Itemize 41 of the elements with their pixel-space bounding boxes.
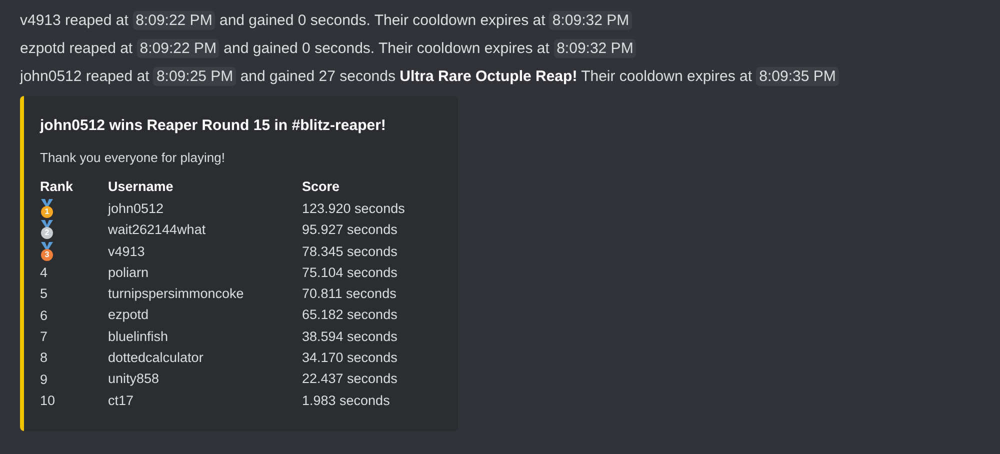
rank-cell-text: 10 (40, 392, 56, 410)
score-cell-text: 38.594 seconds (302, 328, 398, 346)
timestamp[interactable]: 8:09:25 PM (153, 66, 236, 86)
rank-cell-text: 7 (40, 328, 48, 346)
rank-cell-text: 6 (40, 306, 48, 325)
username-cell-text: v4913 (108, 242, 146, 261)
rank-cell-text: 5 (40, 285, 48, 304)
column-header: Score (302, 178, 341, 196)
score-cell-text: 1.983 seconds (302, 392, 391, 410)
username-cell-text: bluelinfish (108, 328, 170, 346)
username-cell-text: ezpotd (108, 306, 150, 324)
message-text: john0512 reaped at 8:09:25 PM and gained 27 seconds Ultra Rare Octuple Reap! Their cooldown expires at 8:09:35 PM (20, 62, 1000, 90)
username-cell-text: dottedcalculator (108, 349, 204, 368)
score-cell-text: 34.170 seconds (302, 349, 398, 368)
message-text: v4913 reaped at 8:09:22 PM and gained 0 seconds. Their cooldown expires at 8:09:32 PM (20, 6, 1000, 34)
username-cell-text: unity858 (108, 370, 160, 388)
score-cell-text: 65.182 seconds (302, 306, 398, 324)
rank-cell-text: 4 (40, 264, 48, 282)
username-cell-text: poliarn (108, 264, 150, 282)
timestamp[interactable]: 8:09:35 PM (756, 66, 839, 86)
username-cell-text: wait262144what (108, 221, 207, 240)
score-cell-text: 70.811 seconds (302, 285, 398, 304)
score-cell-text: 95.927 seconds (302, 221, 398, 240)
column-header: Rank (40, 178, 74, 196)
timestamp[interactable]: 8:09:22 PM (132, 10, 216, 30)
score-cell-text: 22.437 seconds (302, 370, 398, 388)
rank-cell-text: 9 (40, 370, 48, 389)
score-cell-text: 75.104 seconds (302, 264, 398, 282)
rank-cell-text: 8 (40, 349, 48, 368)
message-text: ezpotd reaped at 8:09:22 PM and gained 0 seconds. Their cooldown expires at 8:09:32 PM (20, 34, 1000, 62)
score-cell-text: 123.920 seconds (302, 200, 406, 218)
timestamp[interactable]: 8:09:32 PM (549, 10, 632, 30)
username-cell-text: ct17 (108, 392, 135, 410)
embed-description: Thank you everyone for playing! (40, 149, 226, 167)
timestamp[interactable]: 8:09:22 PM (136, 38, 220, 58)
score-cell-text: 78.345 seconds (302, 242, 398, 261)
username-cell-text: turnipspersimmoncoke (108, 285, 245, 304)
column-header: Username (108, 178, 174, 196)
username-cell-text: john0512 (108, 200, 165, 218)
embed-title: john0512 wins Reaper Round 15 in #blitz-reaper! (40, 116, 387, 136)
timestamp[interactable]: 8:09:32 PM (554, 38, 636, 58)
